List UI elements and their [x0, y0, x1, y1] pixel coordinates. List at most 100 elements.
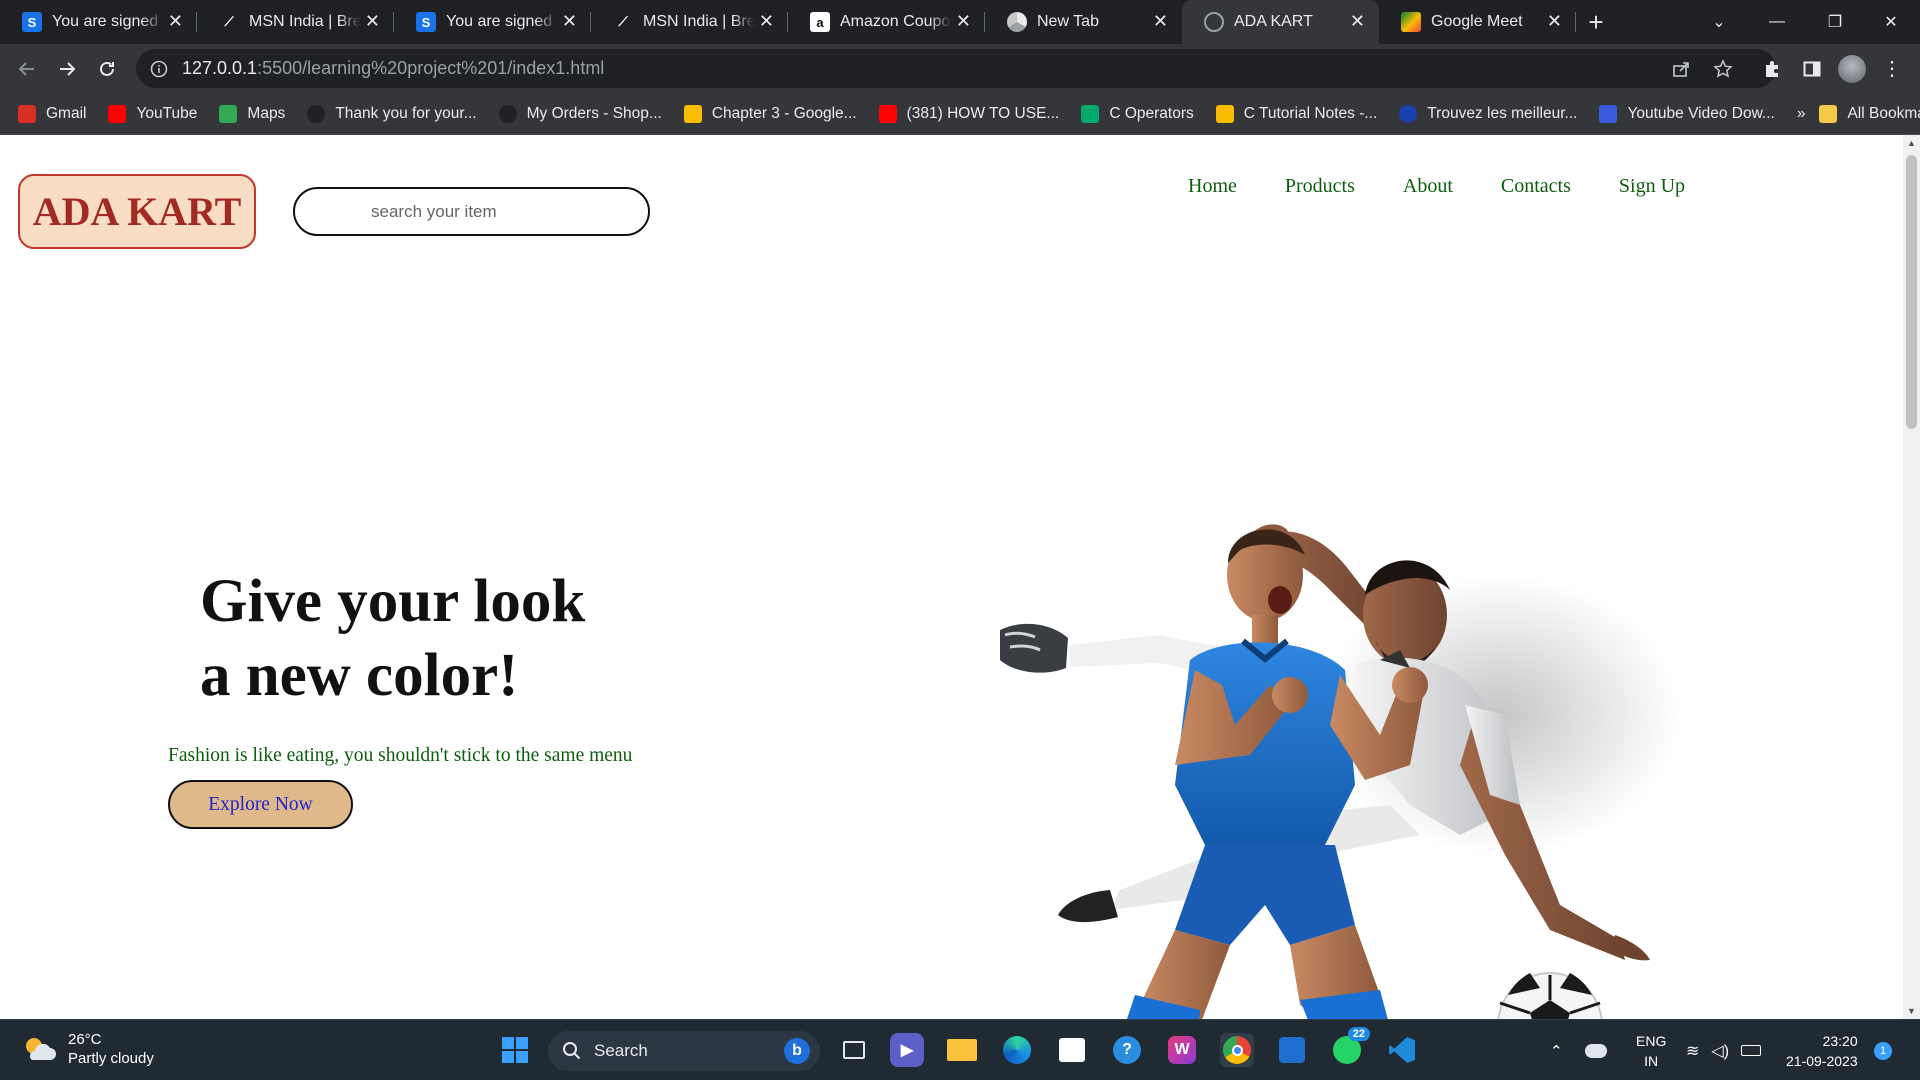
nav-about[interactable]: About: [1403, 175, 1453, 198]
bookmark-item[interactable]: Thank you for your...: [307, 104, 477, 123]
browser-toolbar: 127.0.0.1:5500/learning%20project%201/in…: [0, 44, 1920, 93]
wps-office-icon[interactable]: W: [1165, 1033, 1199, 1067]
kebab-menu-icon: ⋮: [1882, 58, 1902, 80]
bookmark-item[interactable]: Chapter 3 - Google...: [683, 104, 857, 123]
address-bar[interactable]: 127.0.0.1:5500/learning%20project%201/in…: [136, 49, 1776, 88]
page-scrollbar[interactable]: ▲ ▼: [1903, 135, 1920, 1019]
all-bookmarks-button[interactable]: All Bookmarks: [1819, 104, 1920, 123]
nav-sign-up[interactable]: Sign Up: [1619, 175, 1685, 198]
restore-button[interactable]: ❐: [1806, 0, 1864, 44]
weather-widget[interactable]: 26°C Partly cloudy: [22, 1030, 154, 1068]
hp-icon: [498, 104, 517, 123]
vscode-icon[interactable]: [1385, 1033, 1419, 1067]
share-icon[interactable]: [1671, 49, 1691, 88]
browser-tab[interactable]: ADA KART ✕: [1182, 0, 1379, 44]
meet-now-icon[interactable]: ▶: [890, 1033, 924, 1067]
volume-icon[interactable]: ◁): [1711, 1041, 1729, 1061]
side-panel-button[interactable]: [1795, 52, 1829, 86]
microsoft-store-icon[interactable]: [1055, 1033, 1089, 1067]
whatsapp-icon[interactable]: 22: [1330, 1027, 1370, 1067]
browser-tab[interactable]: ⟋ MSN India | Break✕: [197, 0, 394, 44]
nav-products[interactable]: Products: [1285, 175, 1355, 198]
site-favicon-icon: S: [416, 12, 436, 32]
nav-home[interactable]: Home: [1188, 175, 1237, 198]
browser-tab[interactable]: a Amazon Coupons✕: [788, 0, 985, 44]
site-favicon-icon: ⟋: [613, 12, 633, 32]
scrollbar-thumb[interactable]: [1906, 155, 1917, 429]
new-tab-button[interactable]: +: [1576, 0, 1616, 44]
profile-avatar[interactable]: [1835, 52, 1869, 86]
tab-close-icon[interactable]: ✕: [1547, 11, 1562, 32]
minimize-button[interactable]: ―: [1748, 0, 1806, 44]
bookmarks-bar: Gmail YouTube Maps Thank you for your... My …: [0, 93, 1920, 135]
language-indicator[interactable]: ENG IN: [1636, 1020, 1666, 1081]
bookmarks-overflow-button[interactable]: »: [1797, 105, 1806, 123]
bookmark-item[interactable]: YouTube: [108, 104, 197, 123]
browser-tab[interactable]: ⟋ MSN India | Break✕: [591, 0, 788, 44]
get-help-icon[interactable]: ?: [1110, 1033, 1144, 1067]
bookmark-label: Youtube Video Dow...: [1627, 104, 1775, 122]
extensions-button[interactable]: [1755, 52, 1789, 86]
battery-icon[interactable]: [1741, 1045, 1762, 1056]
meet-favicon-icon: [1401, 12, 1421, 32]
bookmark-label: C Operators: [1109, 104, 1194, 122]
tab-close-icon[interactable]: ✕: [365, 11, 380, 32]
notifications-button[interactable]: 1: [1874, 1020, 1892, 1081]
bookmark-item[interactable]: Trouvez les meilleur...: [1399, 104, 1577, 123]
hero-football-image: [1000, 524, 1680, 1019]
target-icon: [1399, 104, 1418, 123]
start-button[interactable]: [498, 1033, 532, 1067]
nav-contacts[interactable]: Contacts: [1501, 175, 1571, 198]
tab-close-icon[interactable]: ✕: [562, 11, 577, 32]
explore-now-button[interactable]: Explore Now: [168, 780, 353, 829]
bookmark-item[interactable]: Maps: [219, 104, 285, 123]
browser-menu-button[interactable]: ⋮: [1875, 52, 1909, 86]
hero-headline: Give your look a new color!: [200, 565, 585, 713]
youtube-icon: [108, 104, 127, 123]
back-button[interactable]: [10, 52, 44, 86]
reload-button[interactable]: [90, 52, 124, 86]
url-path: :5500/learning%20project%201/index1.html: [257, 58, 605, 78]
chrome-favicon-icon: [1007, 12, 1027, 32]
forward-button[interactable]: [50, 52, 84, 86]
browser-tab[interactable]: New Tab ✕: [985, 0, 1182, 44]
bookmark-item[interactable]: Youtube Video Dow...: [1599, 104, 1775, 123]
task-view-icon[interactable]: [837, 1033, 871, 1067]
browser-tab[interactable]: S You are signed in ✕: [0, 0, 197, 44]
bookmark-label: C Tutorial Notes -...: [1243, 104, 1378, 122]
site-info-icon[interactable]: [150, 49, 168, 88]
bookmark-item[interactable]: My Orders - Shop...: [498, 104, 662, 123]
tab-search-button[interactable]: ⌄: [1690, 0, 1748, 44]
clock[interactable]: 23:20 21-09-2023: [1786, 1020, 1858, 1081]
bookmark-item[interactable]: C Operators: [1081, 104, 1194, 123]
onedrive-icon[interactable]: [1584, 1043, 1607, 1058]
search-input[interactable]: search your item: [293, 187, 650, 236]
file-explorer-icon[interactable]: [945, 1033, 979, 1067]
bookmark-star-icon[interactable]: [1713, 49, 1733, 88]
scroll-down-icon[interactable]: ▼: [1903, 1006, 1920, 1016]
browser-tab[interactable]: S You are signed in ✕: [394, 0, 591, 44]
clock-time: 23:20: [1822, 1032, 1858, 1049]
bookmark-item[interactable]: Gmail: [18, 104, 86, 123]
word-icon[interactable]: [1275, 1033, 1309, 1067]
bookmark-item[interactable]: C Tutorial Notes -...: [1215, 104, 1378, 123]
all-bookmarks-label: All Bookmarks: [1847, 104, 1920, 122]
taskbar-search[interactable]: Search b: [548, 1031, 820, 1071]
url-host: 127.0.0.1: [182, 58, 258, 78]
site-logo[interactable]: ADA KART: [18, 174, 256, 249]
tab-title: ADA KART: [1234, 13, 1313, 30]
tab-close-icon[interactable]: ✕: [1153, 11, 1168, 32]
tab-close-icon[interactable]: ✕: [168, 11, 183, 32]
scroll-up-icon[interactable]: ▲: [1903, 138, 1920, 148]
tab-close-icon[interactable]: ✕: [956, 11, 971, 32]
tab-close-icon[interactable]: ✕: [759, 11, 774, 32]
show-hidden-icons-icon[interactable]: ⌃: [1550, 1042, 1563, 1060]
bookmark-item[interactable]: (381) HOW TO USE...: [878, 104, 1059, 123]
chrome-icon[interactable]: [1220, 1033, 1254, 1067]
tab-close-icon[interactable]: ✕: [1350, 11, 1365, 32]
close-window-button[interactable]: ✕: [1862, 0, 1920, 44]
browser-tab[interactable]: Google Meet ✕: [1379, 0, 1576, 44]
notification-badge: 1: [1874, 1041, 1892, 1060]
wifi-icon[interactable]: ≋: [1686, 1041, 1699, 1061]
edge-icon[interactable]: [1000, 1033, 1034, 1067]
